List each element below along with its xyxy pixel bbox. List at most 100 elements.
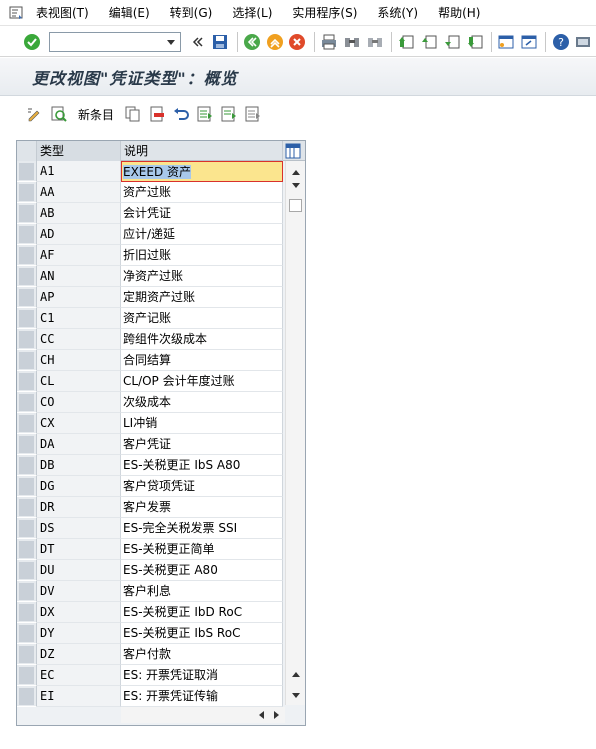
cell-description-input[interactable]: 会计凭证 bbox=[121, 203, 283, 224]
row-select-button[interactable] bbox=[17, 455, 37, 476]
cell-description-input[interactable]: 定期资产过账 bbox=[121, 287, 283, 308]
cancel-icon[interactable] bbox=[287, 31, 308, 53]
scroll-up-icon[interactable] bbox=[286, 165, 306, 179]
row-select-button[interactable] bbox=[17, 644, 37, 665]
table-settings-icon[interactable] bbox=[283, 141, 303, 161]
display-change-icon[interactable] bbox=[24, 103, 46, 125]
scroll-thumb[interactable] bbox=[289, 199, 302, 212]
row-select-button[interactable] bbox=[17, 266, 37, 287]
menu-goto[interactable]: 转到(G) bbox=[170, 4, 213, 21]
cell-description-input[interactable]: 合同结算 bbox=[121, 350, 283, 371]
cell-description-input[interactable]: ES-关税更正 IbS RoC bbox=[121, 623, 283, 644]
cell-description-input[interactable]: ES-关税更正 IbD RoC bbox=[121, 602, 283, 623]
find-icon[interactable] bbox=[342, 31, 363, 53]
row-select-button[interactable] bbox=[17, 434, 37, 455]
last-page-icon[interactable] bbox=[464, 31, 485, 53]
menu-edit[interactable]: 编辑(E) bbox=[109, 4, 150, 21]
row-select-button[interactable] bbox=[17, 497, 37, 518]
column-header-type[interactable]: 类型 bbox=[37, 141, 121, 161]
cell-description-input[interactable]: 客户贷项凭证 bbox=[121, 476, 283, 497]
deselect-all-icon[interactable] bbox=[242, 103, 264, 125]
exit-icon[interactable] bbox=[264, 31, 285, 53]
row-select-button[interactable] bbox=[17, 518, 37, 539]
menu-help[interactable]: 帮助(H) bbox=[438, 4, 480, 21]
row-select-button[interactable] bbox=[17, 539, 37, 560]
scroll-page-down-icon[interactable] bbox=[286, 689, 306, 703]
select-all-icon[interactable] bbox=[194, 103, 216, 125]
row-select-button[interactable] bbox=[17, 182, 37, 203]
cell-description-input[interactable]: ES-关税更正 A80 bbox=[121, 560, 283, 581]
scroll-page-up-icon[interactable] bbox=[286, 667, 306, 681]
cell-description-input[interactable]: 客户凭证 bbox=[121, 434, 283, 455]
first-page-icon[interactable] bbox=[396, 31, 417, 53]
dropdown-arrow-icon[interactable] bbox=[166, 37, 176, 47]
customize-layout-icon[interactable] bbox=[573, 31, 594, 53]
select-all-column-button[interactable] bbox=[17, 141, 37, 161]
back-icon[interactable] bbox=[242, 31, 263, 53]
cell-description-input[interactable]: ES-关税更正 IbS A80 bbox=[121, 455, 283, 476]
select-block-icon[interactable] bbox=[218, 103, 240, 125]
cell-description-input[interactable]: EXEED 资产 bbox=[121, 161, 283, 182]
help-icon[interactable]: ? bbox=[550, 31, 571, 53]
row-select-button[interactable] bbox=[17, 392, 37, 413]
row-select-button[interactable] bbox=[17, 476, 37, 497]
copy-as-icon[interactable] bbox=[122, 103, 144, 125]
cell-description-input[interactable]: ES: 开票凭证传输 bbox=[121, 686, 283, 707]
cell-description-input[interactable]: 客户利息 bbox=[121, 581, 283, 602]
search-icon[interactable] bbox=[48, 103, 70, 125]
menu-selection[interactable]: 选择(L) bbox=[232, 4, 272, 21]
horizontal-scrollbar[interactable] bbox=[121, 707, 285, 723]
cell-description-input[interactable]: LI冲销 bbox=[121, 413, 283, 434]
row-select-button[interactable] bbox=[17, 665, 37, 686]
previous-page-icon[interactable] bbox=[419, 31, 440, 53]
row-select-button[interactable] bbox=[17, 245, 37, 266]
menu-icon[interactable] bbox=[0, 0, 32, 26]
cell-description-input[interactable]: ES: 开票凭证取消 bbox=[121, 665, 283, 686]
find-next-icon[interactable] bbox=[364, 31, 385, 53]
create-session-icon[interactable] bbox=[496, 31, 517, 53]
row-select-button[interactable] bbox=[17, 371, 37, 392]
row-select-button[interactable] bbox=[17, 161, 37, 182]
row-select-button[interactable] bbox=[17, 350, 37, 371]
row-select-button[interactable] bbox=[17, 623, 37, 644]
row-select-button[interactable] bbox=[17, 224, 37, 245]
cell-description-input[interactable]: 客户发票 bbox=[121, 497, 283, 518]
row-select-button[interactable] bbox=[17, 560, 37, 581]
row-select-button[interactable] bbox=[17, 329, 37, 350]
scroll-down-icon[interactable] bbox=[286, 179, 306, 193]
vertical-scrollbar[interactable] bbox=[285, 161, 305, 705]
menu-utilities[interactable]: 实用程序(S) bbox=[292, 4, 357, 21]
row-select-button[interactable] bbox=[17, 602, 37, 623]
cell-description-input[interactable]: ES-完全关税发票 SSI bbox=[121, 518, 283, 539]
row-select-button[interactable] bbox=[17, 686, 37, 707]
enter-icon[interactable] bbox=[22, 31, 43, 53]
scroll-right-icon[interactable] bbox=[269, 708, 285, 722]
cell-description-input[interactable]: 次级成本 bbox=[121, 392, 283, 413]
cell-description-input[interactable]: 净资产过账 bbox=[121, 266, 283, 287]
cell-description-input[interactable]: 客户付款 bbox=[121, 644, 283, 665]
print-icon[interactable] bbox=[319, 31, 340, 53]
menu-table-view[interactable]: 表视图(T) bbox=[36, 4, 89, 21]
save-icon[interactable] bbox=[210, 31, 231, 53]
next-page-icon[interactable] bbox=[441, 31, 462, 53]
cell-description-input[interactable]: 折旧过账 bbox=[121, 245, 283, 266]
row-select-button[interactable] bbox=[17, 581, 37, 602]
scroll-left-icon[interactable] bbox=[253, 708, 269, 722]
shortcut-icon[interactable] bbox=[519, 31, 540, 53]
row-select-button[interactable] bbox=[17, 413, 37, 434]
cell-description-input[interactable]: 资产过账 bbox=[121, 182, 283, 203]
cell-description-input[interactable]: CL/OP 会计年度过账 bbox=[121, 371, 283, 392]
cell-description-input[interactable]: ES-关税更正简单 bbox=[121, 539, 283, 560]
new-entries-button[interactable]: 新条目 bbox=[78, 106, 114, 123]
row-select-button[interactable] bbox=[17, 287, 37, 308]
row-select-button[interactable] bbox=[17, 203, 37, 224]
command-field[interactable] bbox=[48, 31, 182, 52]
collapse-icon[interactable] bbox=[187, 31, 208, 53]
undo-icon[interactable] bbox=[170, 103, 192, 125]
column-header-description[interactable]: 说明 bbox=[121, 141, 283, 161]
cell-description-input[interactable]: 跨组件次级成本 bbox=[121, 329, 283, 350]
delete-icon[interactable] bbox=[146, 103, 168, 125]
menu-system[interactable]: 系统(Y) bbox=[377, 4, 418, 21]
row-select-button[interactable] bbox=[17, 308, 37, 329]
cell-description-input[interactable]: 资产记账 bbox=[121, 308, 283, 329]
